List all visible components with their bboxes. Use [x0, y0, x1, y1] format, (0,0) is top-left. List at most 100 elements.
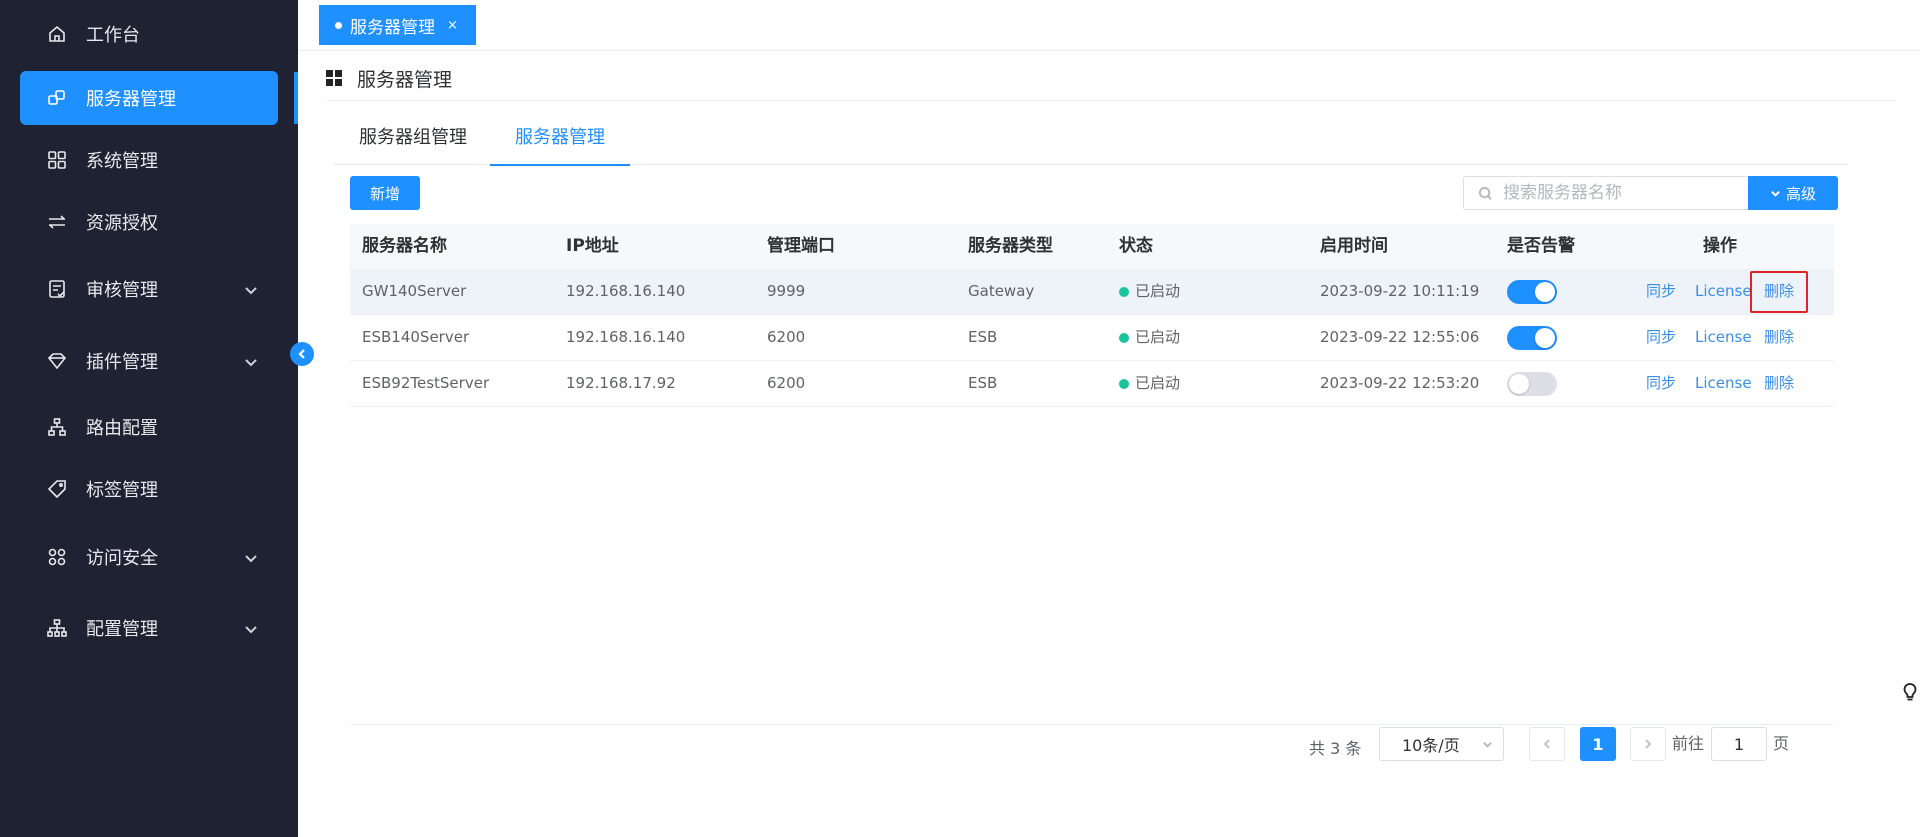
security-icon — [46, 546, 68, 568]
tab-server-management-sub[interactable]: 服务器管理 — [490, 112, 630, 166]
delete-link[interactable]: 删除 — [1764, 315, 1794, 360]
status: 已启动 — [1119, 315, 1180, 360]
license-link[interactable]: License — [1695, 269, 1752, 314]
ip-address: 192.168.16.140 — [566, 328, 686, 346]
ip-address: 192.168.17.92 — [566, 374, 676, 392]
config-icon — [46, 617, 68, 639]
sidebar-item-label: 插件管理 — [86, 352, 158, 373]
tag-icon — [46, 478, 68, 500]
column-header: 是否告警 — [1507, 236, 1575, 256]
total-count: 共 3 条 — [1309, 739, 1362, 758]
sidebar-item-plugin-management[interactable]: 插件管理 — [20, 334, 278, 388]
start-time: 2023-09-22 10:11:19 — [1320, 282, 1480, 300]
chevron-down-icon — [244, 354, 258, 368]
sync-link[interactable]: 同步 — [1646, 361, 1676, 406]
delete-link[interactable]: 删除 — [1764, 361, 1794, 406]
sidebar-item-label: 标签管理 — [86, 480, 158, 501]
tab-server-management[interactable]: 服务器管理 × — [319, 5, 476, 45]
status-dot-icon — [1119, 287, 1129, 297]
status-dot-icon — [1119, 333, 1129, 343]
tab-bar: 服务器管理 × — [298, 0, 1920, 51]
license-link[interactable]: License — [1695, 315, 1752, 360]
sidebar-item-config-management[interactable]: 配置管理 — [20, 601, 278, 655]
status-text: 已启动 — [1135, 328, 1181, 346]
port: 9999 — [767, 282, 806, 300]
server-type: Gateway — [968, 282, 1035, 300]
search-box — [1463, 176, 1748, 210]
sidebar-collapse-button[interactable] — [290, 342, 314, 366]
server-type: ESB — [968, 374, 998, 392]
transfer-icon — [46, 211, 68, 233]
chevron-left-icon — [298, 349, 305, 359]
server-table: 服务器名称 IP地址 管理端口 服务器类型 状态 启用时间 是否告警 操作 GW… — [350, 224, 1834, 407]
status-text: 已启动 — [1135, 374, 1181, 392]
delete-link[interactable]: 删除 — [1764, 269, 1794, 314]
sidebar-item-route-config[interactable]: 路由配置 — [20, 400, 278, 454]
sub-tabs: 服务器组管理 服务器管理 — [334, 112, 1848, 166]
chevron-left-icon — [1543, 739, 1550, 749]
apps-icon — [326, 70, 342, 86]
sidebar-item-access-security[interactable]: 访问安全 — [20, 530, 278, 584]
column-header: 操作 — [1703, 236, 1737, 256]
sync-link[interactable]: 同步 — [1646, 269, 1676, 314]
footer-divider — [350, 724, 1834, 725]
prev-page-button[interactable] — [1529, 727, 1565, 761]
alarm-toggle[interactable] — [1507, 326, 1557, 350]
tab-server-group-management[interactable]: 服务器组管理 — [334, 112, 492, 164]
alarm-toggle[interactable] — [1507, 280, 1557, 304]
license-link[interactable]: License — [1695, 361, 1752, 406]
start-time: 2023-09-22 12:53:20 — [1320, 374, 1480, 392]
sidebar-item-label: 工作台 — [86, 25, 140, 46]
page-title: 服务器管理 — [357, 68, 453, 91]
page-size-select[interactable]: 10条/页 — [1379, 727, 1504, 761]
tab-label: 服务器管理 — [350, 17, 435, 38]
toggle-knob — [1509, 374, 1529, 394]
goto-prefix: 前往 — [1672, 734, 1705, 753]
chevron-down-icon — [1771, 190, 1780, 197]
next-page-button[interactable] — [1630, 727, 1666, 761]
server-name: ESB92TestServer — [362, 374, 490, 392]
add-button[interactable]: 新增 — [350, 176, 420, 210]
sidebar-item-tag-management[interactable]: 标签管理 — [20, 462, 278, 516]
status-text: 已启动 — [1135, 282, 1181, 300]
table-row[interactable]: ESB140Server 192.168.16.140 6200 ESB 已启动… — [350, 315, 1834, 361]
sidebar-item-server-management[interactable]: 服务器管理 — [20, 71, 278, 125]
sidebar-item-workbench[interactable]: 工作台 — [20, 7, 278, 61]
table-row[interactable]: ESB92TestServer 192.168.17.92 6200 ESB 已… — [350, 361, 1834, 407]
sidebar: 工作台 服务器管理 系统管理 资源授权 审核管理 插件管理 路由配置 标签管理 … — [0, 0, 298, 837]
server-type: ESB — [968, 328, 998, 346]
advanced-search-button[interactable]: 高级 — [1748, 176, 1838, 210]
goto-page-input[interactable] — [1711, 727, 1767, 761]
diamond-icon — [46, 350, 68, 372]
lightbulb-icon[interactable] — [1902, 682, 1918, 702]
server-name: ESB140Server — [362, 328, 470, 346]
column-header: 服务器名称 — [362, 236, 447, 256]
page-number[interactable]: 1 — [1580, 727, 1616, 761]
table-header: 服务器名称 IP地址 管理端口 服务器类型 状态 启用时间 是否告警 操作 — [350, 224, 1834, 269]
search-input[interactable] — [1501, 182, 1735, 204]
page-header: 服务器管理 — [326, 56, 1896, 101]
server-icon — [46, 87, 68, 109]
home-icon — [46, 23, 68, 45]
alarm-toggle[interactable] — [1507, 372, 1557, 396]
advanced-label: 高级 — [1785, 184, 1816, 203]
table-row[interactable]: GW140Server 192.168.16.140 9999 Gateway … — [350, 269, 1834, 315]
column-header: IP地址 — [566, 236, 619, 256]
audit-icon — [46, 278, 68, 300]
start-time: 2023-09-22 12:55:06 — [1320, 328, 1480, 346]
chevron-down-icon — [244, 550, 258, 564]
sync-link[interactable]: 同步 — [1646, 315, 1676, 360]
status: 已启动 — [1119, 361, 1180, 406]
column-header: 服务器类型 — [968, 236, 1053, 256]
chevron-down-icon — [244, 621, 258, 635]
chevron-right-icon — [1645, 739, 1652, 749]
sidebar-item-resource-authorization[interactable]: 资源授权 — [20, 195, 278, 249]
sidebar-item-audit-management[interactable]: 审核管理 — [20, 262, 278, 316]
close-icon[interactable]: × — [447, 18, 458, 33]
column-header: 管理端口 — [767, 236, 835, 256]
sidebar-item-label: 服务器管理 — [86, 89, 176, 110]
column-header: 启用时间 — [1320, 236, 1388, 256]
sidebar-item-system-management[interactable]: 系统管理 — [20, 133, 278, 187]
server-name: GW140Server — [362, 282, 467, 300]
sidebar-item-label: 配置管理 — [86, 619, 158, 640]
